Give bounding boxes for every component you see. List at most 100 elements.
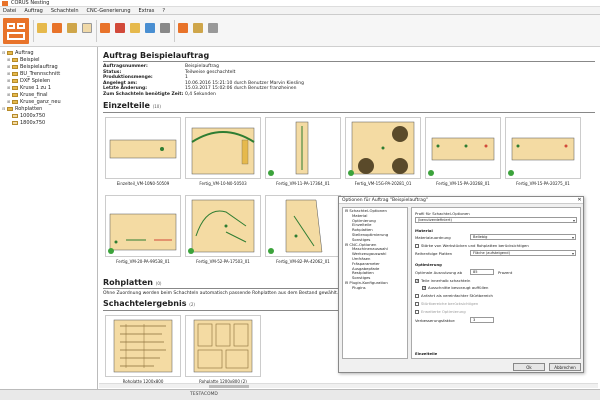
export-icon[interactable] [193,23,203,33]
run-option[interactable]: Anfahrt als vereinfachter Stürtbereich [415,293,493,298]
tree-item-auftrag[interactable]: ⊟ Auftrag [2,49,95,56]
order-label: Reihenfolge Platten [415,251,453,256]
ok-button[interactable]: Ok [513,363,545,371]
cnc-icon[interactable] [178,23,188,33]
status-bar: TESTACOMD [0,389,600,400]
run-checkbox[interactable] [415,293,419,298]
part-label: Fertig_VM-52-PA-17503_01 [196,259,250,264]
cancel-button[interactable]: Abbrechen [549,363,581,371]
part-tile-3[interactable] [265,117,341,179]
part-label: Fertig_VM-11-PA-17364_01 [276,181,330,186]
parts-rest-checkbox[interactable] [415,278,419,283]
menu-datei[interactable]: Datei [3,8,16,14]
parts-divider [103,112,595,113]
menu-help[interactable]: ? [162,8,165,14]
part-tile-7[interactable] [105,195,181,257]
check-icon [508,170,514,176]
part-tile-9[interactable] [265,195,341,257]
print-icon[interactable] [208,23,218,33]
profile-select[interactable]: (benutzerdefiniert) [415,217,577,223]
sheet-icon[interactable] [100,23,110,33]
part-tile-1[interactable] [105,117,181,179]
nesting-overview-button[interactable] [3,18,29,44]
save-icon[interactable] [52,23,62,33]
small-option: Stürtbereiche berücksichtigen [415,301,478,306]
folder-icon [12,85,18,90]
options-panel: Profil für Schachtel-Optionen (benutzerd… [411,207,581,359]
grid-icon[interactable] [82,23,92,33]
import-icon[interactable] [67,23,77,33]
parts-section: Einzelteile [415,351,438,356]
window-title: CORUS Nesting [11,0,50,6]
check-icon [108,248,114,254]
part-tile-2[interactable] [185,117,261,179]
tree-item-beispiel[interactable]: ⊞ Beispiel [2,56,95,63]
status-text: TESTACOMD [190,392,218,397]
part-preview [191,199,255,253]
folder-icon [12,99,18,104]
thickness-checkbox[interactable] [415,243,419,248]
part-tile-6[interactable] [505,117,581,179]
part-tile-8[interactable] [185,195,261,257]
result-tile-2[interactable] [185,315,261,377]
tree-item-kruse-ganz-neu[interactable]: ⊞ Kruse_ganz_neu [2,98,95,105]
tree-item-kruse-final[interactable]: ⊞ Kruse_final [2,91,95,98]
optim-section: Optimierung [415,262,442,267]
result-divider [103,310,339,311]
ext-checkbox [415,309,419,314]
menu-extras[interactable]: Extras [139,8,155,14]
tree-item-rohplatten[interactable]: ⊟ Rohplatten [2,105,95,112]
options-icon[interactable] [160,23,170,33]
toolbar [0,15,600,47]
layout-icon [7,23,15,29]
menu-auftrag[interactable]: Auftrag [24,8,43,14]
cutout-checkbox[interactable] [422,285,426,290]
part-preview [351,121,415,175]
tree-item-dxf-spielen[interactable]: ⊞ DXF Spielen [2,77,95,84]
nesting-preview [193,319,253,373]
tree-item-bu-trennschnitt[interactable]: ⊞ BU_Trennschnitt [2,70,95,77]
horizontal-scrollbar[interactable] [99,383,598,388]
improve-input[interactable]: 3 [470,317,494,323]
folder-icon [7,50,13,55]
menu-schachteln[interactable]: Schachteln [51,8,79,14]
result-heading: Schachtelergebnis (2) [103,299,195,308]
optim-rate-input[interactable]: 85 [470,269,494,275]
check-icon [348,170,354,176]
nest-icon[interactable] [130,23,140,33]
part-preview [511,137,575,161]
sheet-icon [12,113,18,118]
tree-node[interactable]: Plugins [345,285,405,291]
part-label: Fertig_VM-10-N0-50503 [199,181,247,186]
material-assign-select[interactable]: Beliebig [470,234,576,240]
delete-icon[interactable] [115,23,125,33]
options-dialog: Optionen für Auftrag "Beispielauftrag" ✕… [338,196,584,373]
parts-rest-option[interactable]: Teile innerhalb schachteln [415,278,470,283]
check-icon [268,170,274,176]
new-folder-icon[interactable] [37,23,47,33]
cutout-option[interactable]: Ausschnitte bevorzugt auffüllen [422,285,488,290]
menu-cnc[interactable]: CNC-Generierung [87,8,131,14]
part-label: Fertig_VM-15G-PA-20281_01 [354,181,412,186]
part-tile-4[interactable] [345,117,421,179]
result-tile-1[interactable] [105,315,181,377]
check-icon [188,248,194,254]
scrollbar-thumb[interactable] [209,385,249,388]
part-tile-5[interactable] [425,117,501,179]
options-tree: ⊟ Schachtel-Optionen Material Optimierun… [342,207,408,359]
thickness-option[interactable]: Stärke von Werkstücken und Rohplatten be… [415,243,529,248]
parts-heading: Einzelteile (10) [103,101,161,110]
optim-rate-label: Optimale Ausnutzung ab [415,270,463,275]
rawplates-divider [103,288,339,289]
tree-item-beispielauftrag[interactable]: ⊞ Beispielauftrag [2,63,95,70]
tree-item-kruse-1zu1[interactable]: ⊞ Kruse 1 zu 1 [2,84,95,91]
close-icon[interactable]: ✕ [576,197,583,203]
folder-icon [12,92,18,97]
folder-icon [7,106,13,111]
order-select[interactable]: Fläche (aufsteigend) [470,250,576,256]
tree-item-1800x750[interactable]: 1800x750 [2,119,95,126]
tree-item-1000x750[interactable]: 1000x750 [2,112,95,119]
nesting-preview [113,319,173,373]
run-icon[interactable] [145,23,155,33]
part-label: Einzelteil_VM-10N0-50509 [116,181,170,186]
